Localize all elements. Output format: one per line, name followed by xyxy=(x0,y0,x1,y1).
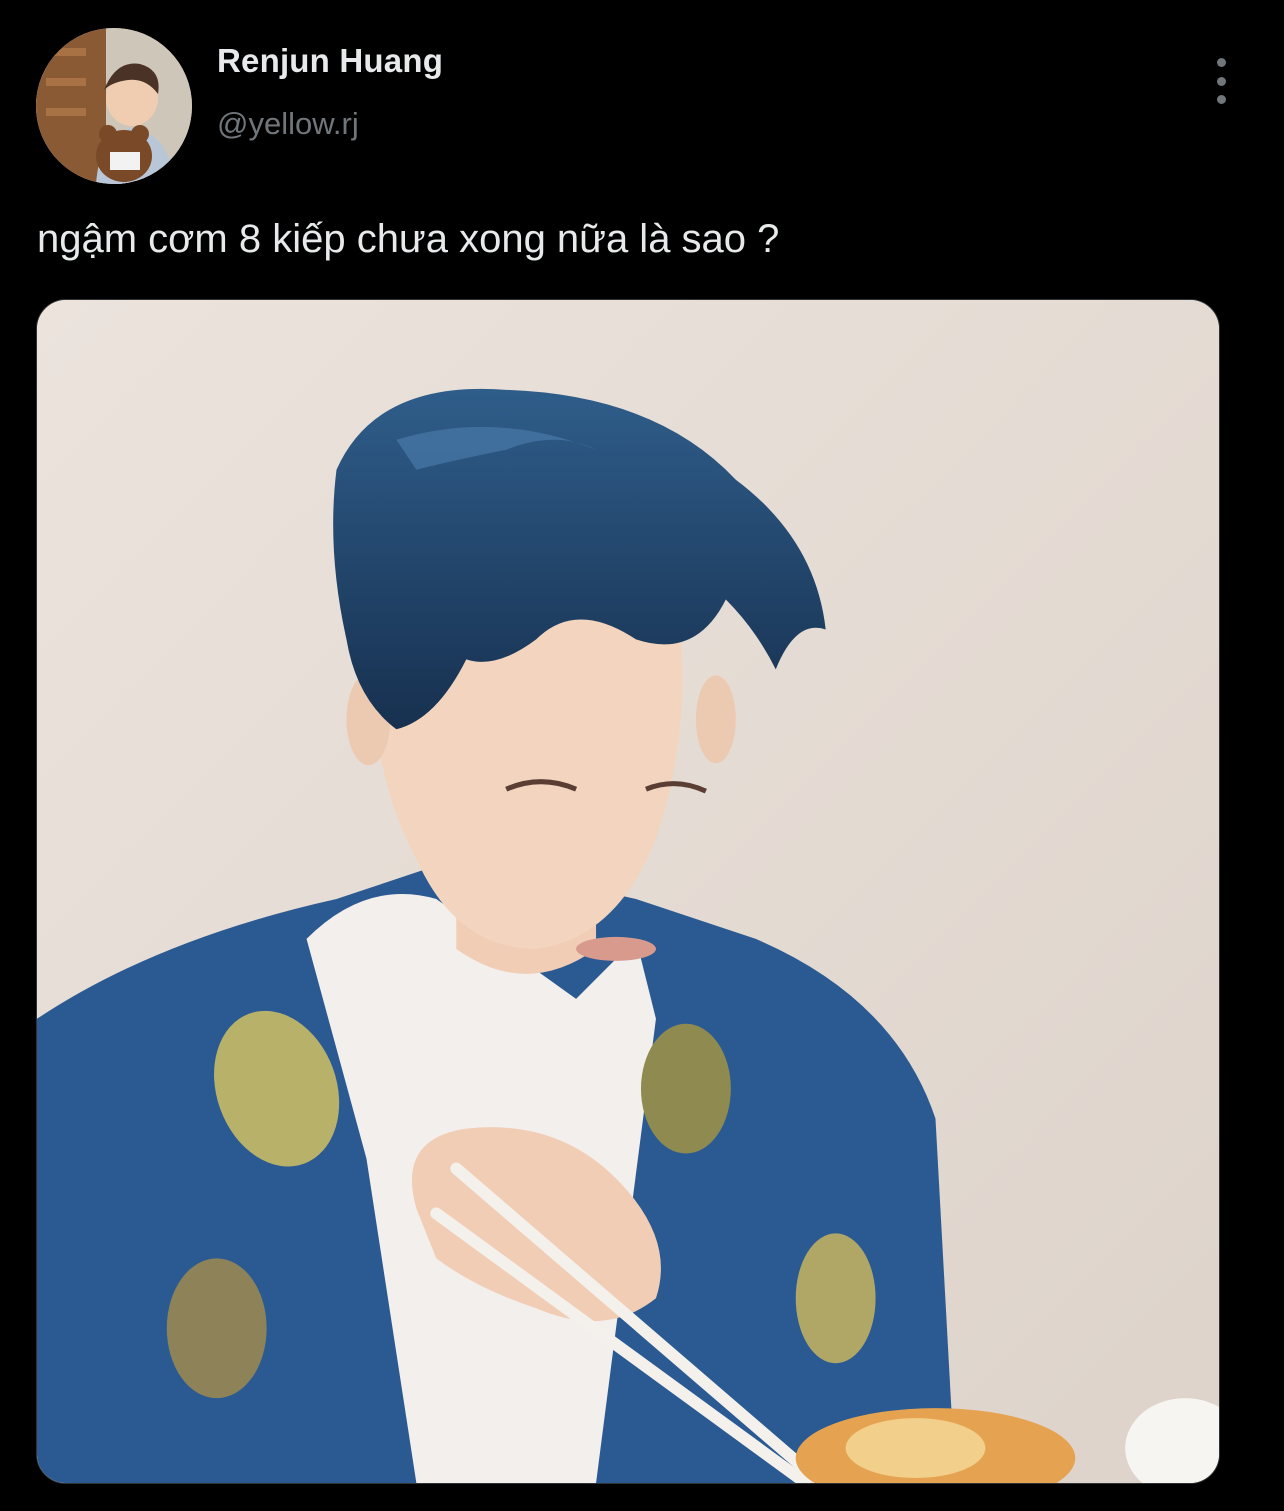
tweet: Renjun Huang @yellow.rj ngậm cơm 8 kiếp … xyxy=(0,0,1284,1511)
tweet-text: ngậm cơm 8 kiếp chưa xong nữa là sao ? xyxy=(37,217,780,261)
avatar-photo-icon xyxy=(36,28,192,184)
author-handle[interactable]: @yellow.rj xyxy=(217,106,359,142)
author-avatar[interactable] xyxy=(36,28,192,184)
photo-icon xyxy=(37,300,1219,1483)
tweet-photo[interactable] xyxy=(36,299,1220,1484)
more-options-button[interactable] xyxy=(1200,58,1242,104)
more-vertical-icon-dot-3 xyxy=(1216,95,1226,104)
author-display-name[interactable]: Renjun Huang xyxy=(217,42,443,80)
more-vertical-icon xyxy=(1216,58,1226,67)
more-vertical-icon-dot-2 xyxy=(1216,76,1226,86)
